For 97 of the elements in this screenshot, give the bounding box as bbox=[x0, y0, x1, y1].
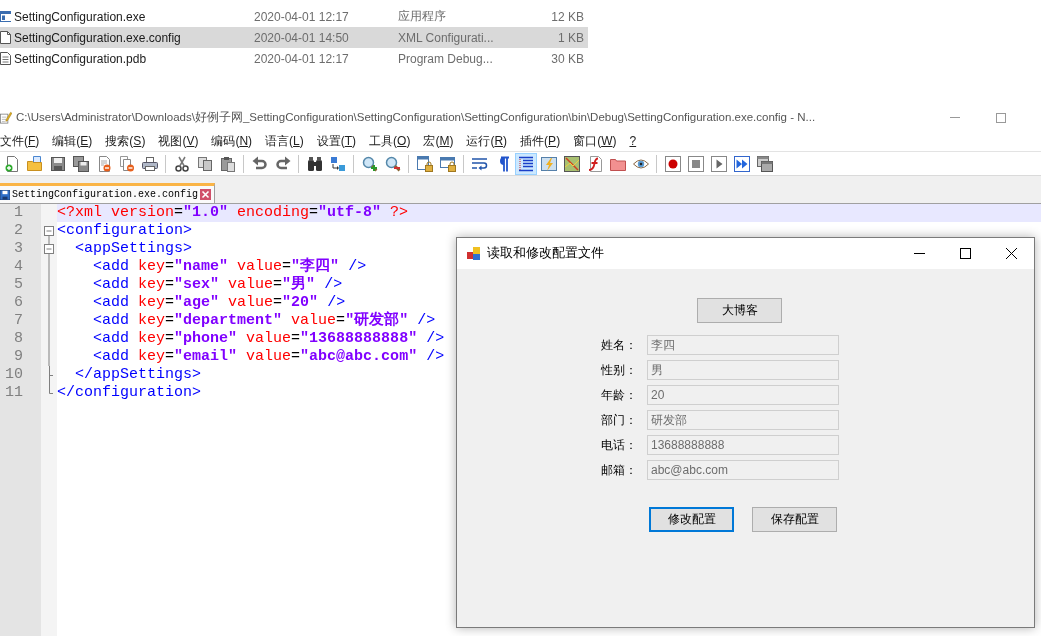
file-row[interactable]: SettingConfiguration.exe 2020-04-01 12:17 应用程序 12 KB bbox=[0, 6, 588, 27]
map-icon[interactable] bbox=[563, 155, 580, 172]
fold-toggle-icon[interactable] bbox=[44, 240, 54, 258]
field-label: 姓名： bbox=[601, 336, 637, 354]
menu-item[interactable]: 视图(V) bbox=[158, 132, 199, 150]
floppy-disks-icon[interactable] bbox=[72, 155, 89, 172]
fast-forward-icon[interactable] bbox=[733, 155, 750, 172]
line-number: 2 bbox=[14, 222, 23, 240]
line-number: 6 bbox=[14, 294, 23, 312]
file-row[interactable]: SettingConfiguration.exe.config 2020-04-01 14:50 XML Configurati... 1 KB bbox=[0, 27, 588, 48]
menu-item[interactable]: ? bbox=[629, 134, 637, 148]
code-line: </appSettings> bbox=[75, 366, 202, 384]
menu-item[interactable]: 宏(M) bbox=[423, 132, 454, 150]
clipboard-icon[interactable] bbox=[219, 155, 236, 172]
file-name: SettingConfiguration.exe bbox=[14, 9, 146, 24]
copy-icon[interactable] bbox=[196, 155, 213, 172]
indent-guide-icon[interactable] bbox=[514, 152, 537, 175]
close-icon bbox=[1005, 248, 1017, 259]
code-line: <add key="email" value="abc@abc.com" /> bbox=[93, 348, 445, 366]
code-line: <add key="age" value="20" /> bbox=[93, 294, 346, 312]
code-line: <add key="department" value="研发部" /> bbox=[93, 312, 436, 330]
open-folder-icon[interactable] bbox=[26, 155, 43, 172]
redo-icon[interactable] bbox=[274, 155, 291, 172]
modified-date: 2020-04-01 12:17 bbox=[254, 51, 349, 66]
line-number: 9 bbox=[14, 348, 23, 366]
documents-minus-icon[interactable] bbox=[118, 155, 135, 172]
record-icon[interactable] bbox=[664, 155, 681, 172]
squares-icon bbox=[467, 247, 480, 260]
lightning-window-icon[interactable] bbox=[540, 155, 557, 172]
minimize-icon bbox=[913, 253, 925, 254]
action-button[interactable]: 保存配置 bbox=[752, 507, 837, 532]
menu-item[interactable]: 工具(O) bbox=[369, 132, 411, 150]
blog-button[interactable]: 大博客 bbox=[697, 298, 782, 323]
play-icon[interactable] bbox=[710, 155, 727, 172]
menu-item[interactable]: 插件(P) bbox=[520, 132, 561, 150]
document-icon bbox=[0, 31, 11, 44]
field-label: 电话： bbox=[601, 436, 637, 454]
menu-item[interactable]: 运行(R) bbox=[466, 132, 508, 150]
line-number: 7 bbox=[14, 312, 23, 330]
action-button[interactable]: 修改配置 bbox=[649, 507, 734, 532]
modified-date: 2020-04-01 12:17 bbox=[254, 9, 349, 24]
field-label: 年龄： bbox=[601, 386, 637, 404]
minimize-icon bbox=[950, 117, 960, 118]
file-name: SettingConfiguration.exe.config bbox=[14, 30, 181, 45]
new-file-icon[interactable] bbox=[3, 155, 20, 172]
window-lock-icon[interactable] bbox=[416, 155, 433, 172]
maximize-icon bbox=[996, 112, 1006, 123]
replace-icon[interactable] bbox=[329, 155, 346, 172]
binoculars-icon[interactable] bbox=[306, 155, 323, 172]
printer-icon[interactable] bbox=[141, 155, 158, 172]
menu-item[interactable]: 窗口(W) bbox=[573, 132, 617, 150]
function-icon[interactable] bbox=[586, 155, 603, 172]
menu-item[interactable]: 编辑(E) bbox=[52, 132, 93, 150]
maximize-icon bbox=[959, 248, 971, 259]
word-wrap-icon[interactable] bbox=[471, 155, 488, 172]
field-label: 性别： bbox=[601, 361, 637, 379]
zoom-out-icon[interactable] bbox=[384, 155, 401, 172]
code-line: <add key="phone" value="13688888888" /> bbox=[93, 330, 445, 348]
windows-stack-icon[interactable] bbox=[756, 155, 773, 172]
file-size: 12 KB bbox=[551, 9, 584, 24]
zoom-in-icon[interactable] bbox=[361, 155, 378, 172]
file-type: 应用程序 bbox=[398, 8, 446, 25]
code-line: <add key="name" value="李四" /> bbox=[93, 258, 367, 276]
menu-item[interactable]: 搜索(S) bbox=[105, 132, 146, 150]
menu-item[interactable]: 语言(L) bbox=[265, 132, 304, 150]
close-icon[interactable] bbox=[200, 189, 212, 200]
line-number: 8 bbox=[14, 330, 23, 348]
menu-item[interactable]: 文件(F) bbox=[0, 132, 40, 150]
file-tab[interactable]: SettingConfiguration.exe.config bbox=[0, 183, 216, 203]
stop-icon[interactable] bbox=[687, 155, 704, 172]
window-lock-icon[interactable] bbox=[439, 155, 456, 172]
code-line: <add key="sex" value="男" /> bbox=[93, 276, 343, 294]
file-type: Program Debug... bbox=[398, 51, 493, 66]
code-line: </configuration> bbox=[57, 384, 202, 402]
modified-date: 2020-04-01 14:50 bbox=[254, 30, 349, 45]
code-line: <configuration> bbox=[57, 222, 193, 240]
undo-icon[interactable] bbox=[251, 155, 268, 172]
fold-toggle-icon[interactable] bbox=[44, 226, 54, 240]
code-line: <appSettings> bbox=[75, 240, 193, 258]
line-number: 3 bbox=[14, 240, 23, 258]
dialog-title: 读取和修改配置文件 bbox=[487, 245, 605, 262]
line-number: 10 bbox=[5, 366, 23, 384]
file-size: 1 KB bbox=[558, 30, 584, 45]
field-label: 邮箱： bbox=[601, 461, 637, 479]
scissors-icon[interactable] bbox=[173, 155, 190, 172]
file-size: 30 KB bbox=[551, 51, 584, 66]
field-label: 部门： bbox=[601, 411, 637, 429]
line-number: 11 bbox=[5, 384, 23, 402]
file-type: XML Configurati... bbox=[398, 30, 494, 45]
line-number: 5 bbox=[14, 276, 23, 294]
file-row[interactable]: SettingConfiguration.pdb 2020-04-01 12:17 Program Debug... 30 KB bbox=[0, 48, 588, 69]
menu-item[interactable]: 设置(T) bbox=[316, 132, 357, 150]
menu-item[interactable]: 编码(N) bbox=[211, 132, 253, 150]
line-number: 4 bbox=[14, 258, 23, 276]
line-number: 1 bbox=[14, 204, 23, 222]
window-title: C:\Users\Administrator\Downloads\好例子网_SettingConfiguration\SettingConfiguration\SettingConfiguration\bin\Debug\SettingConfiguration.exe.config - N... bbox=[16, 110, 817, 125]
file-name: SettingConfiguration.pdb bbox=[14, 51, 147, 66]
